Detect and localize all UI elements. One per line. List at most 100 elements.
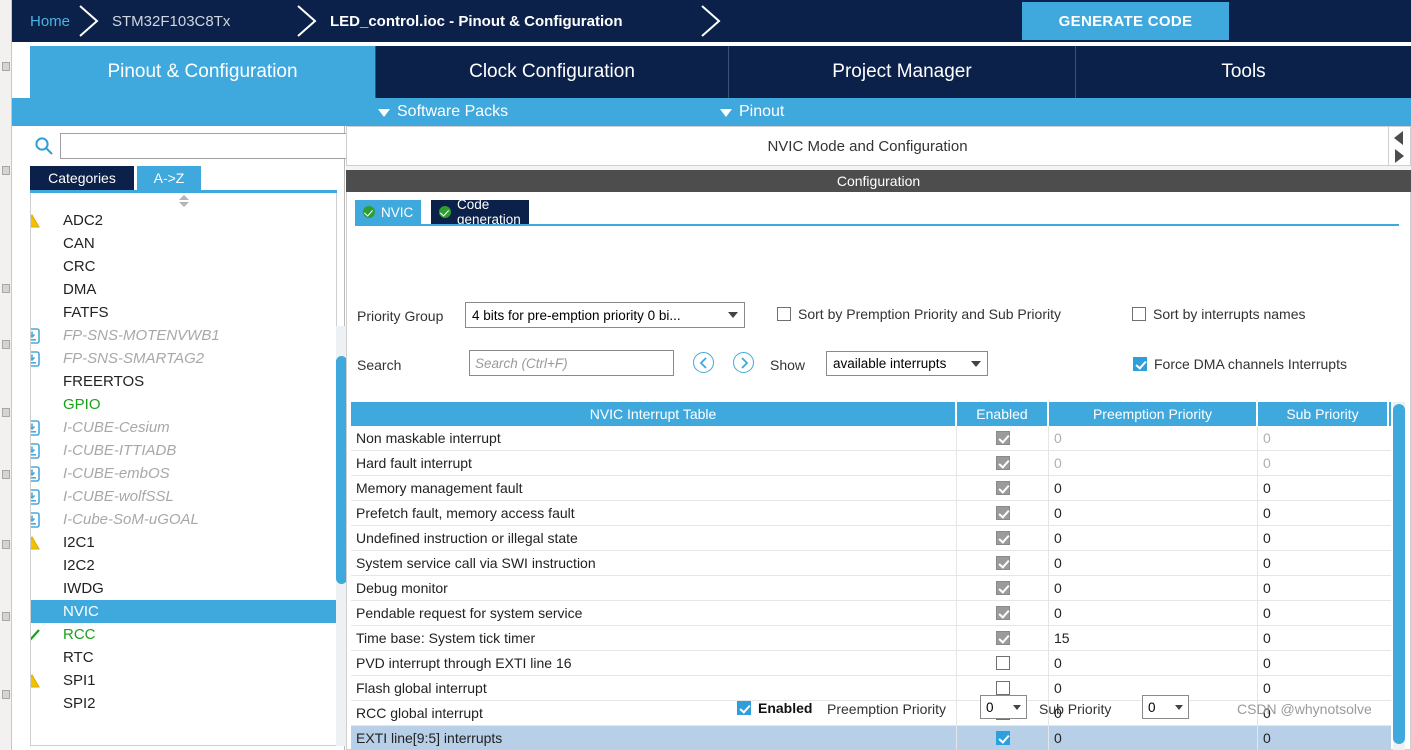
preemption-priority-cell[interactable]: 0 — [1049, 426, 1258, 450]
sub-priority-cell[interactable]: 0 — [1258, 626, 1389, 650]
sidebar-item-can[interactable]: CAN — [31, 232, 336, 255]
sub-priority-cell[interactable]: 0 — [1258, 451, 1389, 475]
strip-tick — [2, 470, 10, 479]
sub-priority-cell[interactable]: 0 — [1258, 651, 1389, 675]
category-search-row — [12, 131, 350, 161]
sidebar-item-spi1[interactable]: SPI1 — [31, 669, 336, 692]
collapse-handle-icon[interactable] — [31, 193, 336, 209]
breadcrumb-device[interactable]: STM32F103C8Tx — [112, 0, 230, 42]
no-icon — [31, 373, 43, 391]
preemption-priority-cell[interactable]: 0 — [1049, 501, 1258, 525]
preemption-priority-cell[interactable]: 15 — [1049, 626, 1258, 650]
sidebar-item-freertos[interactable]: FREERTOS — [31, 370, 336, 393]
show-label-text: Show — [770, 357, 806, 373]
preemption-priority-cell[interactable]: 0 — [1049, 551, 1258, 575]
sidebar-item-iwdg[interactable]: IWDG — [31, 577, 336, 600]
sub-priority-cell[interactable]: 0 — [1258, 426, 1389, 450]
show-select[interactable]: available interrupts — [826, 351, 988, 376]
breadcrumb-file[interactable]: LED_control.ioc - Pinout & Configuration — [330, 0, 622, 42]
chevron-left-circle-icon[interactable] — [693, 352, 714, 373]
table-header-row: NVIC Interrupt Table Enabled Preemption … — [351, 402, 1391, 426]
tab-categories[interactable]: Categories — [30, 166, 134, 190]
sub-priority-cell[interactable]: 0 — [1258, 501, 1389, 525]
panel-collapse-arrows[interactable] — [1389, 126, 1411, 166]
sidebar-item-i-cube-som-ugoal[interactable]: I-Cube-SoM-uGOAL — [31, 508, 336, 531]
sidebar-item-rtc[interactable]: RTC — [31, 646, 336, 669]
sidebar-item-dma[interactable]: DMA — [31, 278, 336, 301]
nvic-search-input[interactable] — [469, 350, 674, 376]
table-row[interactable]: PVD interrupt through EXTI line 16 0 0 — [351, 651, 1391, 676]
sub-priority-cell[interactable]: 0 — [1258, 576, 1389, 600]
sidebar-item-i-cube-cesium[interactable]: I-CUBE-Cesium — [31, 416, 336, 439]
table-row[interactable]: Pendable request for system service 0 0 — [351, 601, 1391, 626]
preemption-priority-cell[interactable]: 0 — [1049, 526, 1258, 550]
sort-by-interrupts-names-checkbox[interactable]: Sort by interrupts names — [1132, 306, 1306, 322]
sidebar-item-label: IWDG — [63, 580, 104, 597]
force-dma-channels-interrupts-checkbox[interactable]: Force DMA channels Interrupts — [1133, 356, 1347, 372]
tab-nvic[interactable]: NVIC — [355, 200, 422, 224]
table-row[interactable]: Non maskable interrupt 0 0 — [351, 426, 1391, 451]
sidebar-item-fp-sns-motenvwb1[interactable]: FP-SNS-MOTENVWB1 — [31, 324, 336, 347]
sub-priority-cell[interactable]: 0 — [1258, 551, 1389, 575]
table-row[interactable]: Hard fault interrupt 0 0 — [351, 451, 1391, 476]
preemption-priority-cell[interactable]: 0 — [1049, 601, 1258, 625]
bottom-preemption-priority-select[interactable]: 0 — [980, 695, 1027, 719]
table-row[interactable]: Debug monitor 0 0 — [351, 576, 1391, 601]
table-row[interactable]: Undefined instruction or illegal state 0 0 — [351, 526, 1391, 551]
table-row[interactable]: System service call via SWI instruction 0… — [351, 551, 1391, 576]
sidebar-item-i-cube-ittiadb[interactable]: I-CUBE-ITTIADB — [31, 439, 336, 462]
bottom-sub-priority-select[interactable]: 0 — [1142, 695, 1189, 719]
table-row[interactable]: Prefetch fault, memory access fault 0 0 — [351, 501, 1391, 526]
table-row[interactable]: Memory management fault 0 0 — [351, 476, 1391, 501]
preemption-priority-cell[interactable]: 0 — [1049, 451, 1258, 475]
sidebar-item-label: FATFS — [63, 304, 109, 321]
generate-code-button[interactable]: GENERATE CODE — [1022, 2, 1229, 40]
sidebar-item-label: I2C1 — [63, 534, 95, 551]
enabled-checkbox[interactable]: Enabled — [737, 700, 812, 716]
sidebar-item-i-cube-wolfssl[interactable]: I-CUBE-wolfSSL — [31, 485, 336, 508]
sub-priority-cell[interactable]: 0 — [1258, 476, 1389, 500]
sidebar-item-fp-sns-smartag2[interactable]: FP-SNS-SMARTAG2 — [31, 347, 336, 370]
nvic-search-label: Search — [357, 357, 401, 373]
tab-clock-configuration[interactable]: Clock Configuration — [375, 46, 728, 98]
sidebar-item-label: SPI1 — [63, 672, 96, 689]
sub-priority-cell[interactable]: 0 — [1258, 601, 1389, 625]
sidebar-item-i2c1[interactable]: I2C1 — [31, 531, 336, 554]
sub-priority-cell[interactable]: 0 — [1258, 526, 1389, 550]
breadcrumb-home[interactable]: Home — [30, 0, 70, 42]
pinout-menu[interactable]: Pinout — [720, 98, 784, 126]
tab-project-manager[interactable]: Project Manager — [728, 46, 1075, 98]
sidebar-item-nvic[interactable]: NVIC — [31, 600, 336, 623]
sidebar-item-crc[interactable]: CRC — [31, 255, 336, 278]
sidebar-item-spi2[interactable]: SPI2 — [31, 692, 336, 715]
column-header-sub[interactable]: Sub Priority — [1258, 402, 1389, 426]
enabled-cell — [957, 576, 1049, 600]
preemption-priority-cell[interactable]: 0 — [1049, 651, 1258, 675]
sidebar-item-rcc[interactable]: RCC — [31, 623, 336, 646]
pinout-label: Pinout — [739, 103, 785, 120]
sort-by-premption-priority-checkbox[interactable]: Sort by Premption Priority and Sub Prior… — [777, 306, 1061, 322]
row-enabled-checkbox[interactable] — [995, 731, 1010, 745]
tab-code-generation[interactable]: Code generation — [431, 197, 529, 227]
interrupt-name-cell: Pendable request for system service — [351, 601, 957, 625]
tab-pinout-configuration[interactable]: Pinout & Configuration — [30, 46, 375, 98]
chevron-right-circle-icon[interactable] — [733, 352, 754, 373]
priority-group-select[interactable]: 4 bits for pre-emption priority 0 bi... — [465, 302, 745, 328]
sidebar-item-gpio[interactable]: GPIO — [31, 393, 336, 416]
checkbox-box — [1133, 357, 1147, 371]
sidebar-item-i-cube-embos[interactable]: I-CUBE-embOS — [31, 462, 336, 485]
preemption-priority-cell[interactable]: 0 — [1049, 576, 1258, 600]
row-enabled-checkbox[interactable] — [995, 656, 1010, 670]
sidebar-item-adc2[interactable]: ADC2 — [31, 209, 336, 232]
tab-a-to-z[interactable]: A->Z — [137, 166, 201, 190]
tab-tools[interactable]: Tools — [1075, 46, 1411, 98]
table-row[interactable]: Time base: System tick timer 15 0 — [351, 626, 1391, 651]
column-header-name[interactable]: NVIC Interrupt Table — [351, 402, 957, 426]
column-header-preemption[interactable]: Preemption Priority — [1049, 402, 1258, 426]
column-header-enabled[interactable]: Enabled — [957, 402, 1049, 426]
preemption-priority-cell[interactable]: 0 — [1049, 476, 1258, 500]
sidebar-item-fatfs[interactable]: FATFS — [31, 301, 336, 324]
software-packs-menu[interactable]: Software Packs — [378, 98, 508, 126]
sidebar-item-i2c2[interactable]: I2C2 — [31, 554, 336, 577]
category-search-input[interactable] — [60, 133, 350, 159]
